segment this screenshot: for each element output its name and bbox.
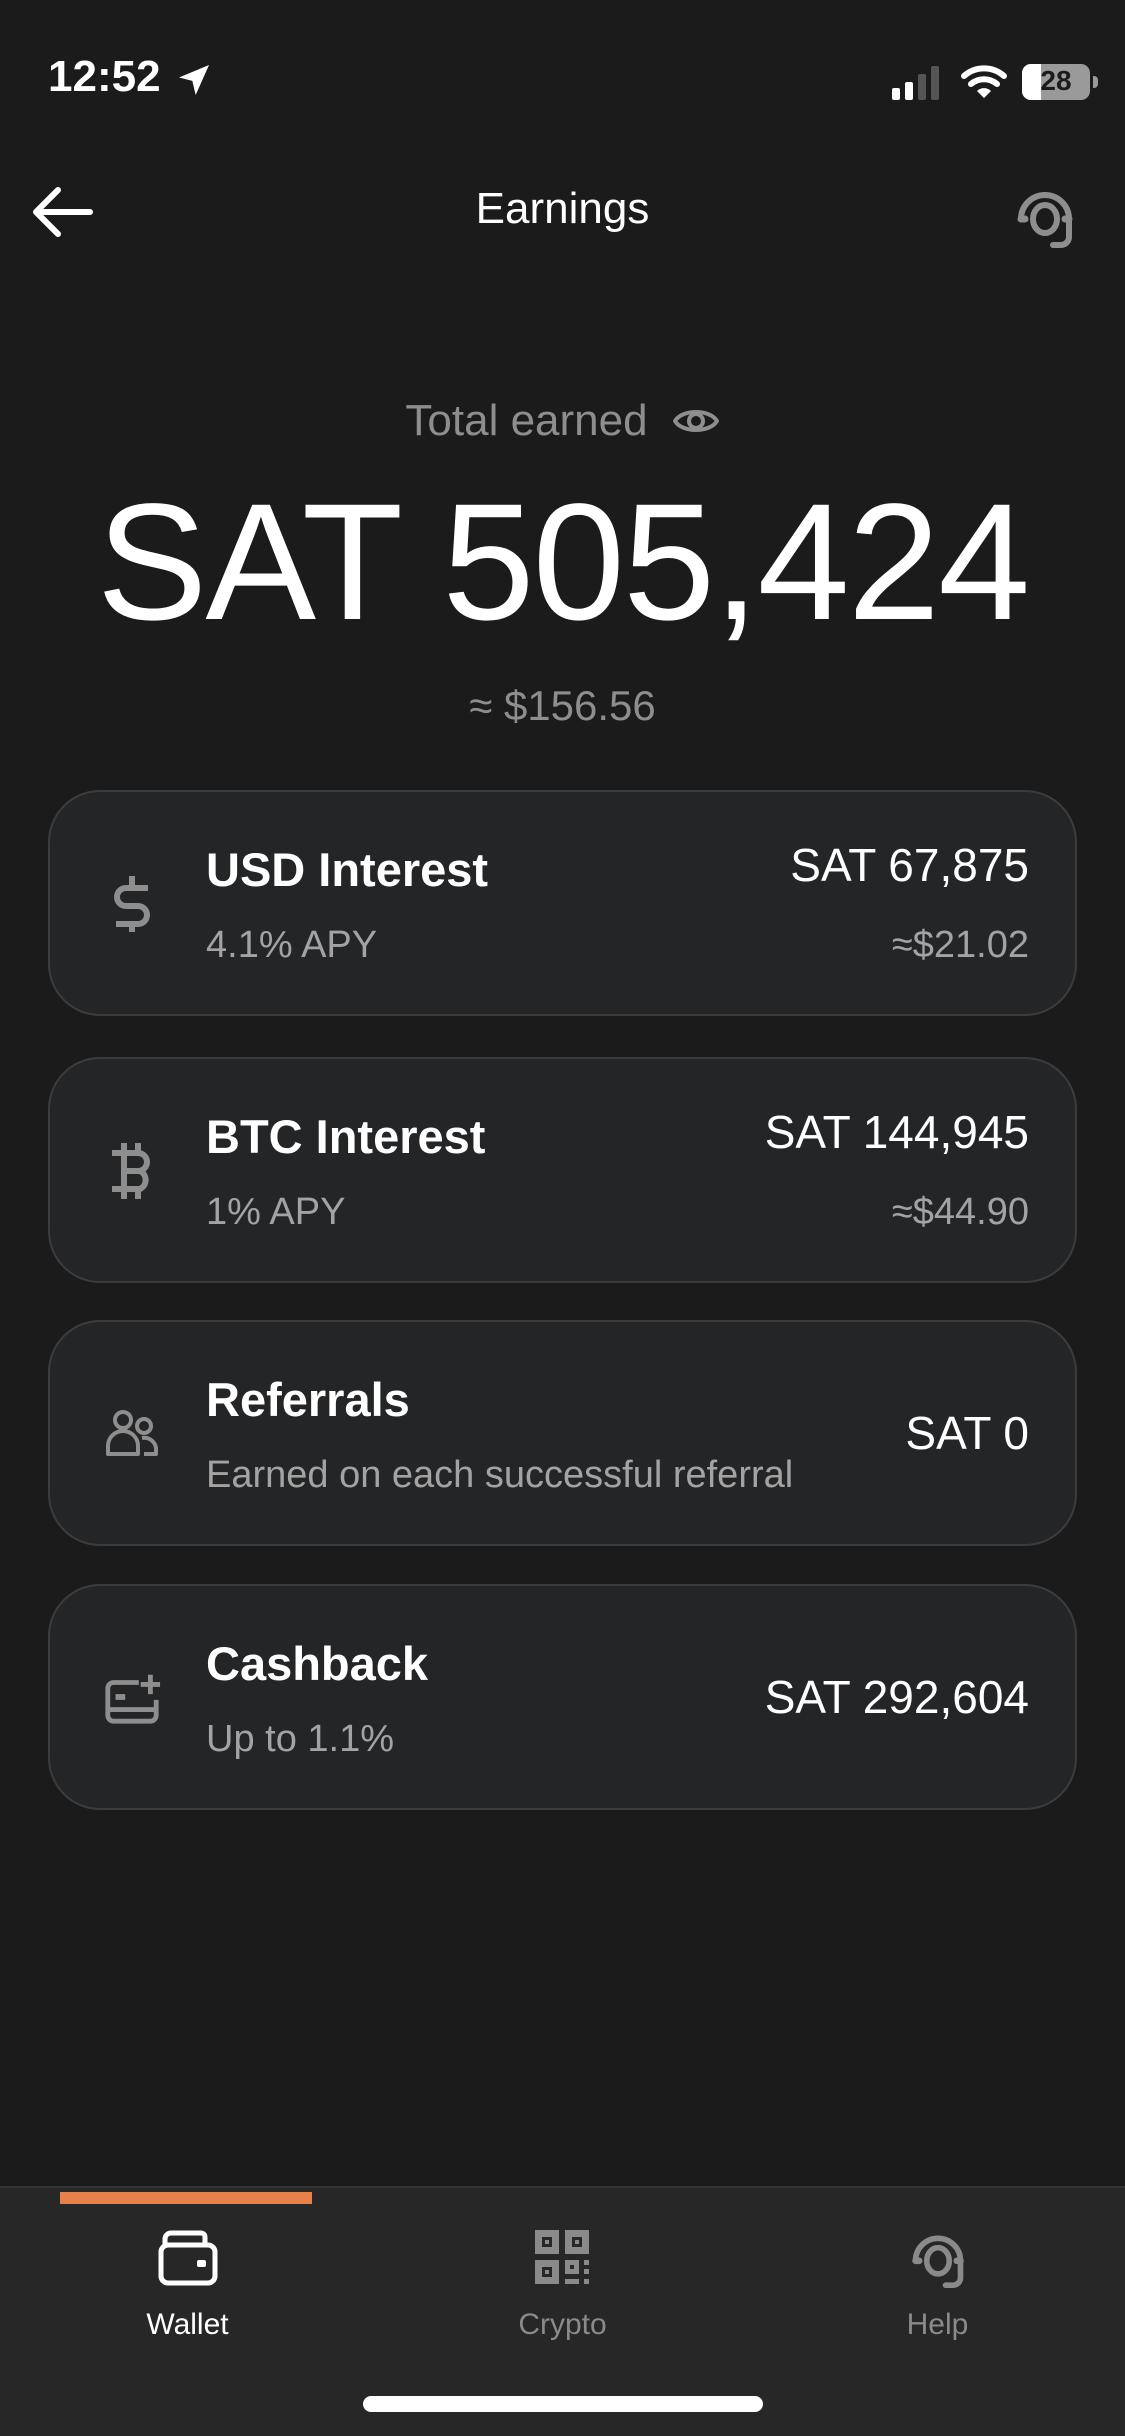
card-amount: SAT 144,945 <box>764 1106 1029 1158</box>
battery-indicator: 28 <box>1022 64 1090 100</box>
card-subtitle: 4.1% APY <box>206 924 378 966</box>
total-earned-row: Total earned <box>0 396 1125 446</box>
card-title: BTC Interest <box>206 1110 486 1163</box>
tab-crypto[interactable]: Crypto <box>375 2208 750 2348</box>
tab-wallet[interactable]: Wallet <box>0 2208 375 2348</box>
total-earned-amount: SAT 505,424 <box>96 470 1031 655</box>
status-time: 12:52 <box>48 52 161 101</box>
card-subtitle: Earned on each successful referral <box>206 1454 794 1496</box>
card-usd-value: ≈$44.90 <box>891 1191 1029 1233</box>
card-title: Cashback <box>206 1637 429 1690</box>
status-bar: 12:52 28 <box>0 0 1125 150</box>
dollar-icon <box>102 873 162 933</box>
location-arrow-icon <box>179 65 209 95</box>
bitcoin-icon <box>102 1140 162 1200</box>
headset-icon <box>1017 192 1073 248</box>
card-amount: SAT 292,604 <box>764 1671 1029 1723</box>
battery-tip <box>1093 76 1098 88</box>
tab-label: Help <box>906 2308 969 2341</box>
tab-label: Crypto <box>518 2308 607 2341</box>
wallet-icon <box>156 2226 220 2290</box>
earning-card-btc-interest[interactable]: BTC Interest 1% APY SAT 144,945 ≈$44.90 <box>48 1057 1077 1283</box>
eye-icon <box>672 410 719 432</box>
users-icon <box>102 1403 162 1463</box>
total-earned-label: Total earned <box>405 396 648 445</box>
page-title: Earnings <box>475 184 650 233</box>
tab-label: Wallet <box>146 2308 229 2341</box>
card-plus-icon <box>102 1667 162 1727</box>
wifi-icon <box>961 65 1007 98</box>
earning-card-cashback[interactable]: Cashback Up to 1.1% SAT 292,604 <box>48 1584 1077 1810</box>
home-indicator[interactable] <box>363 2396 763 2412</box>
card-subtitle: 1% APY <box>206 1191 346 1233</box>
support-button[interactable] <box>1005 180 1085 252</box>
earning-card-usd-interest[interactable]: USD Interest 4.1% APY SAT 67,875 ≈$21.02 <box>48 790 1077 1016</box>
card-subtitle: Up to 1.1% <box>206 1718 394 1760</box>
battery-percent: 28 <box>1040 65 1072 96</box>
active-tab-indicator <box>60 2192 312 2204</box>
card-amount: SAT 67,875 <box>790 839 1029 891</box>
headset-icon <box>906 2226 970 2290</box>
total-earned-usd: ≈ $156.56 <box>469 682 656 729</box>
earning-card-referrals[interactable]: Referrals Earned on each successful refe… <box>48 1320 1077 1546</box>
toggle-visibility-button[interactable] <box>672 401 720 441</box>
card-title: Referrals <box>206 1373 410 1426</box>
card-title: USD Interest <box>206 843 489 896</box>
card-amount: SAT 0 <box>905 1407 1029 1459</box>
qr-code-icon <box>531 2226 595 2290</box>
tab-help[interactable]: Help <box>750 2208 1125 2348</box>
card-usd-value: ≈$21.02 <box>891 924 1029 966</box>
cellular-signal-icon <box>892 66 939 100</box>
